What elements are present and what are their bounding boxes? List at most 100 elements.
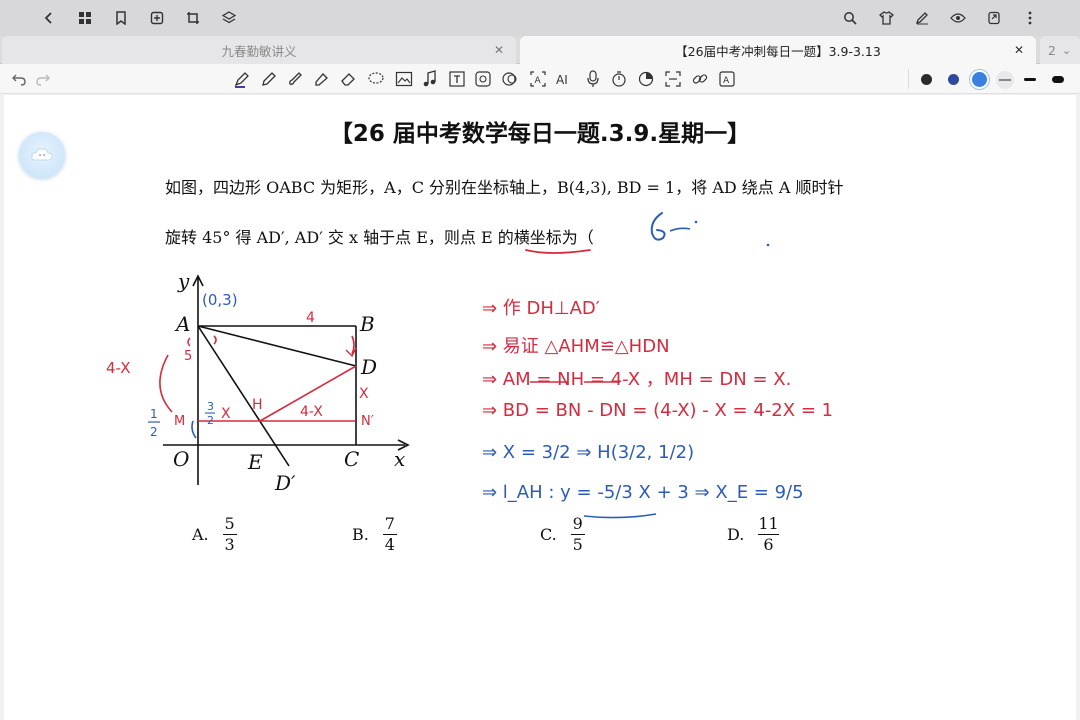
tab-overflow[interactable]: 2 ⌄ — [1040, 36, 1080, 64]
close-icon[interactable]: ✕ — [494, 43, 504, 57]
page-title: 【26 届中考数学每日一题.3.9.星期一】 — [329, 121, 751, 147]
eye-icon[interactable] — [946, 6, 970, 30]
layers-icon[interactable] — [217, 6, 241, 30]
left-five-annotation: 5 — [184, 349, 192, 364]
undo-icon[interactable] — [8, 68, 30, 90]
fountain-pen-icon[interactable] — [231, 68, 253, 90]
translate-icon[interactable]: A — [716, 68, 738, 90]
crop-icon[interactable] — [181, 6, 205, 30]
choice-A: A. 53 — [192, 514, 237, 555]
dn-x-annotation: X — [359, 386, 369, 402]
three-halves-bottom: 2 — [207, 414, 214, 427]
point-N-annotation: N′ — [361, 414, 374, 429]
mh-x-annotation: X — [221, 406, 231, 422]
back-icon[interactable] — [37, 6, 61, 30]
solution-step: ⇒ l_AH : y = -5/3 X + 3 ⇒ X_E = 9/5 — [482, 482, 804, 503]
grid-icon[interactable] — [73, 6, 97, 30]
coord-A-annotation: (0,3) — [202, 291, 238, 309]
pencil-icon[interactable] — [258, 68, 280, 90]
handwritten-answer — [650, 212, 770, 247]
numerator: 11 — [758, 514, 779, 533]
x-axis-label: x — [394, 447, 405, 471]
pen-width-medium[interactable] — [1024, 78, 1036, 81]
svg-text:AI: AI — [556, 73, 568, 87]
half-bottom-annotation: 2 — [150, 425, 158, 439]
search-icon[interactable] — [838, 6, 862, 30]
point-A-label: A — [174, 312, 190, 336]
redo-icon[interactable] — [32, 68, 54, 90]
timer-icon[interactable] — [608, 68, 630, 90]
point-E-label: E — [247, 450, 263, 474]
tab-label: 【26届中考冲刺每日一题】3.9-3.13 — [675, 43, 881, 59]
tab-label: 2 — [1048, 42, 1056, 58]
divider — [908, 69, 909, 89]
solution-step: ⇒ X = 3/2 ⇒ H(3/2, 1/2) — [482, 442, 695, 463]
denominator: 4 — [384, 535, 395, 554]
tool-bar: A AI A — [0, 64, 1080, 94]
question-line-1: 如图，四边形 OABC 为矩形，A，C 分别在坐标轴上，B(4,3), BD =… — [165, 178, 844, 197]
choice-letter: C. — [540, 525, 557, 544]
scan-icon[interactable] — [662, 68, 684, 90]
eraser-icon[interactable] — [337, 68, 359, 90]
pen-color-blue-selected[interactable] — [972, 72, 987, 87]
text-recognition-icon[interactable]: A — [527, 68, 549, 90]
svg-text:A: A — [535, 76, 542, 86]
text-box-icon[interactable] — [446, 68, 468, 90]
numerator: 9 — [572, 514, 583, 533]
lasso-icon[interactable] — [365, 68, 387, 90]
solution-step: ⇒ 作 DH⊥AD′ — [482, 298, 600, 319]
add-page-icon[interactable] — [145, 6, 169, 30]
underline-am-nh — [530, 381, 620, 383]
geometry-figure: y x O A B C D E D′ (0,3) 4 4-X 5 1 2 M 3… — [106, 269, 410, 495]
choice-C: C. 95 — [540, 514, 585, 555]
tab-daily-question[interactable]: 【26届中考冲刺每日一题】3.9-3.13 ✕ — [520, 36, 1036, 64]
bookmark-icon[interactable] — [109, 6, 133, 30]
tab-label: 九春勤敏讲义 — [221, 43, 297, 59]
three-halves-top: 3 — [207, 400, 214, 413]
red-underline-mark — [525, 249, 591, 254]
image-icon[interactable] — [393, 68, 415, 90]
left-length-annotation: 4-X — [106, 359, 131, 377]
close-icon[interactable]: ✕ — [1014, 43, 1024, 57]
pen-color-black[interactable] — [921, 74, 932, 85]
point-C-label: C — [344, 447, 359, 471]
choice-fraction: 95 — [570, 514, 585, 555]
link-icon[interactable] — [689, 68, 711, 90]
ai-icon[interactable]: AI — [554, 68, 576, 90]
sticker-icon[interactable] — [472, 68, 494, 90]
edit-icon[interactable] — [910, 6, 934, 30]
choice-B: B. 74 — [352, 514, 397, 555]
choice-letter: B. — [352, 525, 369, 544]
choice-fraction: 74 — [382, 514, 397, 555]
tab-jiuchun[interactable]: 九春勤敏讲义 ✕ — [2, 36, 516, 64]
more-vertical-icon[interactable] — [1018, 6, 1042, 30]
pen-color-navy[interactable] — [948, 74, 959, 85]
solution-step: ⇒ 易证 △AHM≌△HDN — [482, 336, 670, 357]
tab-bar: 九春勤敏讲义 ✕ 【26届中考冲刺每日一题】3.9-3.13 ✕ 2 ⌄ — [0, 36, 1080, 64]
denominator: 5 — [572, 535, 583, 554]
shape-icon[interactable] — [635, 68, 657, 90]
music-note-icon[interactable] — [419, 68, 441, 90]
point-Dprime-label: D′ — [274, 471, 296, 495]
choice-D: D. 11 6 — [727, 514, 779, 555]
pen-width-thick[interactable] — [1052, 76, 1064, 83]
microphone-icon[interactable] — [582, 68, 604, 90]
choice-fraction: 53 — [222, 514, 237, 555]
numerator: 5 — [224, 514, 235, 533]
underline-lah — [583, 513, 657, 519]
system-bar — [0, 0, 1080, 36]
ocr-icon[interactable] — [499, 68, 521, 90]
pen-width-thin[interactable] — [996, 71, 1014, 89]
export-icon[interactable] — [982, 6, 1006, 30]
point-B-label: B — [359, 312, 375, 336]
choice-letter: D. — [727, 525, 745, 544]
denominator: 3 — [224, 535, 235, 554]
shirt-icon[interactable] — [874, 6, 898, 30]
numerator: 7 — [384, 514, 395, 533]
choice-letter: A. — [192, 525, 209, 544]
highlighter-icon[interactable] — [310, 68, 332, 90]
svg-text:A: A — [723, 76, 730, 86]
brush-icon[interactable] — [284, 68, 306, 90]
top-length-annotation: 4 — [306, 310, 315, 326]
half-top-annotation: 1 — [150, 407, 158, 421]
